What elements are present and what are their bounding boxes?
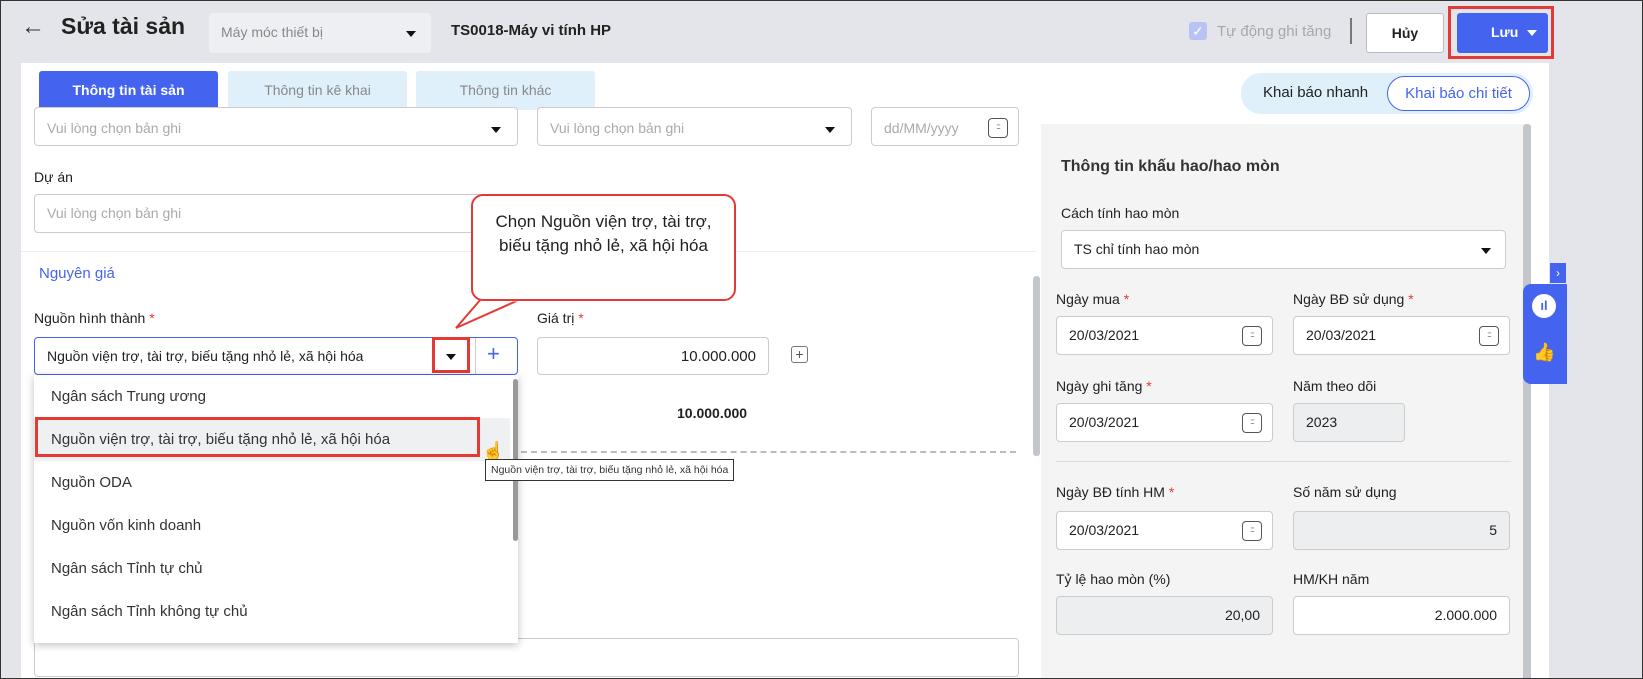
total-value: 10.000.000 <box>677 405 748 421</box>
callout-text: Chọn Nguồn viện trợ, tài trợ, biếu tặng … <box>495 212 712 255</box>
rate-label: Tỷ lệ hao mòn (%) <box>1056 571 1171 587</box>
detail-mode-button[interactable]: Khai báo chi tiết <box>1387 76 1530 111</box>
years-input: 5 <box>1293 511 1510 550</box>
project-select[interactable]: Vui lòng chọn bản ghi <box>34 194 518 233</box>
page-title: Sửa tài sản <box>61 13 186 39</box>
depreciation-title: Thông tin khấu hao/hao mòn <box>1061 158 1280 175</box>
calendar-icon[interactable]: ::: <box>1242 326 1262 346</box>
add-row-icon[interactable]: + <box>791 346 808 363</box>
tab-bar-bg <box>21 71 1036 114</box>
date-value: 20/03/2021 <box>1069 414 1140 430</box>
value-input[interactable]: 10.000.000 <box>537 337 769 375</box>
side-widget: ıl 👍 <box>1523 284 1567 384</box>
source-label: Nguồn hình thành * <box>34 310 155 326</box>
chevron-down-icon <box>491 127 501 133</box>
expand-chevron-icon[interactable]: › <box>1550 263 1566 283</box>
date-value: 20/03/2021 <box>1306 327 1377 343</box>
scrollbar[interactable] <box>1523 124 1531 678</box>
category-value: Máy móc thiết bị <box>221 24 323 40</box>
date-value: 20/03/2021 <box>1069 522 1140 538</box>
highlight-box <box>35 417 480 457</box>
dropdown-item[interactable]: Nguồn vốn kinh doanh <box>34 504 510 547</box>
back-arrow-icon[interactable]: ← <box>21 13 45 41</box>
rate-input: 20,00 <box>1056 596 1273 635</box>
save-label: Lưu <box>1491 24 1519 40</box>
chevron-down-icon[interactable] <box>446 354 456 360</box>
calendar-icon[interactable]: ::: <box>1242 521 1262 541</box>
annotation-callout: Chọn Nguồn viện trợ, tài trợ, biếu tặng … <box>471 194 736 301</box>
feedback-icon[interactable]: ıl <box>1532 294 1556 318</box>
purchase-date-label: Ngày mua * <box>1056 291 1130 307</box>
auto-increase-checkbox[interactable]: ✓ <box>1189 22 1207 40</box>
placeholder: Vui lòng chọn bản ghi <box>550 120 685 136</box>
project-label: Dự án <box>34 169 73 185</box>
bottom-input[interactable] <box>34 638 1019 677</box>
asset-code: TS0018-Máy vi tính HP <box>451 22 612 39</box>
dropdown-item[interactable]: Nguồn ODA <box>34 461 510 504</box>
track-year-input: 2023 <box>1293 403 1405 442</box>
save-button[interactable]: Lưu <box>1457 13 1548 53</box>
calendar-icon[interactable]: ::: <box>1242 413 1262 433</box>
chevron-down-icon[interactable] <box>1527 30 1537 36</box>
auto-increase-label: Tự động ghi tăng <box>1217 23 1332 40</box>
tooltip: Nguồn viện trợ, tài trợ, biếu tặng nhỏ l… <box>485 459 735 481</box>
dropdown-item[interactable]: Ngân sách Tỉnh tự chủ <box>34 547 510 590</box>
dropdown-item[interactable]: Ngân sách Tỉnh không tự chủ <box>34 590 510 633</box>
annual-label: HM/KH năm <box>1293 571 1370 587</box>
increase-date-input[interactable]: 20/03/2021::: <box>1056 403 1273 442</box>
category-select[interactable]: Máy móc thiết bị <box>209 13 431 53</box>
use-start-label: Ngày BĐ sử dụng * <box>1293 291 1414 307</box>
chevron-down-icon <box>1481 248 1491 254</box>
section-title: Nguyên giá <box>39 265 115 282</box>
calendar-icon[interactable]: ::: <box>988 118 1008 138</box>
dep-start-input[interactable]: 20/03/2021::: <box>1056 511 1273 550</box>
placeholder: Vui lòng chọn bản ghi <box>47 120 182 136</box>
track-year-label: Năm theo dõi <box>1293 378 1377 394</box>
value-label: Giá trị * <box>537 310 584 326</box>
annual-input[interactable]: 2.000.000 <box>1293 596 1510 635</box>
source-dropdown: Ngân sách Trung ương Nguồn viện trợ, tài… <box>34 375 518 643</box>
use-start-input[interactable]: 20/03/2021::: <box>1293 316 1510 355</box>
window: ← Sửa tài sản Máy móc thiết bị TS0018-Má… <box>0 0 1643 679</box>
divider <box>1350 18 1352 44</box>
purchase-date-input[interactable]: 20/03/2021::: <box>1056 316 1273 355</box>
chevron-down-icon <box>825 127 835 133</box>
dropdown-item[interactable]: Ngân sách Trung ương <box>34 375 510 418</box>
scrollbar[interactable] <box>1033 276 1040 456</box>
method-label: Cách tính hao mòn <box>1061 205 1180 221</box>
years-label: Số năm sử dụng <box>1293 484 1397 500</box>
cancel-button[interactable]: Hủy <box>1366 13 1444 53</box>
method-select[interactable]: TS chỉ tính hao mòn <box>1061 230 1506 269</box>
divider <box>475 338 476 374</box>
rating-thumbs-up-icon[interactable]: 👍 <box>1533 342 1555 363</box>
placeholder: dd/MM/yyyy <box>884 120 959 136</box>
chevron-down-icon <box>406 31 416 37</box>
increase-date-label: Ngày ghi tăng * <box>1056 378 1152 394</box>
placeholder: Vui lòng chọn bản ghi <box>47 205 182 221</box>
source-value: Nguồn viện trợ, tài trợ, biếu tặng nhỏ l… <box>47 348 364 364</box>
method-value: TS chỉ tính hao mòn <box>1074 241 1200 257</box>
calendar-icon[interactable]: ::: <box>1479 326 1499 346</box>
add-source-icon[interactable]: + <box>487 341 500 367</box>
quick-mode-button[interactable]: Khai báo nhanh <box>1263 84 1368 101</box>
date-value: 20/03/2021 <box>1069 327 1140 343</box>
dep-start-label: Ngày BĐ tính HM * <box>1056 484 1175 500</box>
dashed-divider <box>521 451 1016 453</box>
divider <box>1056 461 1511 462</box>
